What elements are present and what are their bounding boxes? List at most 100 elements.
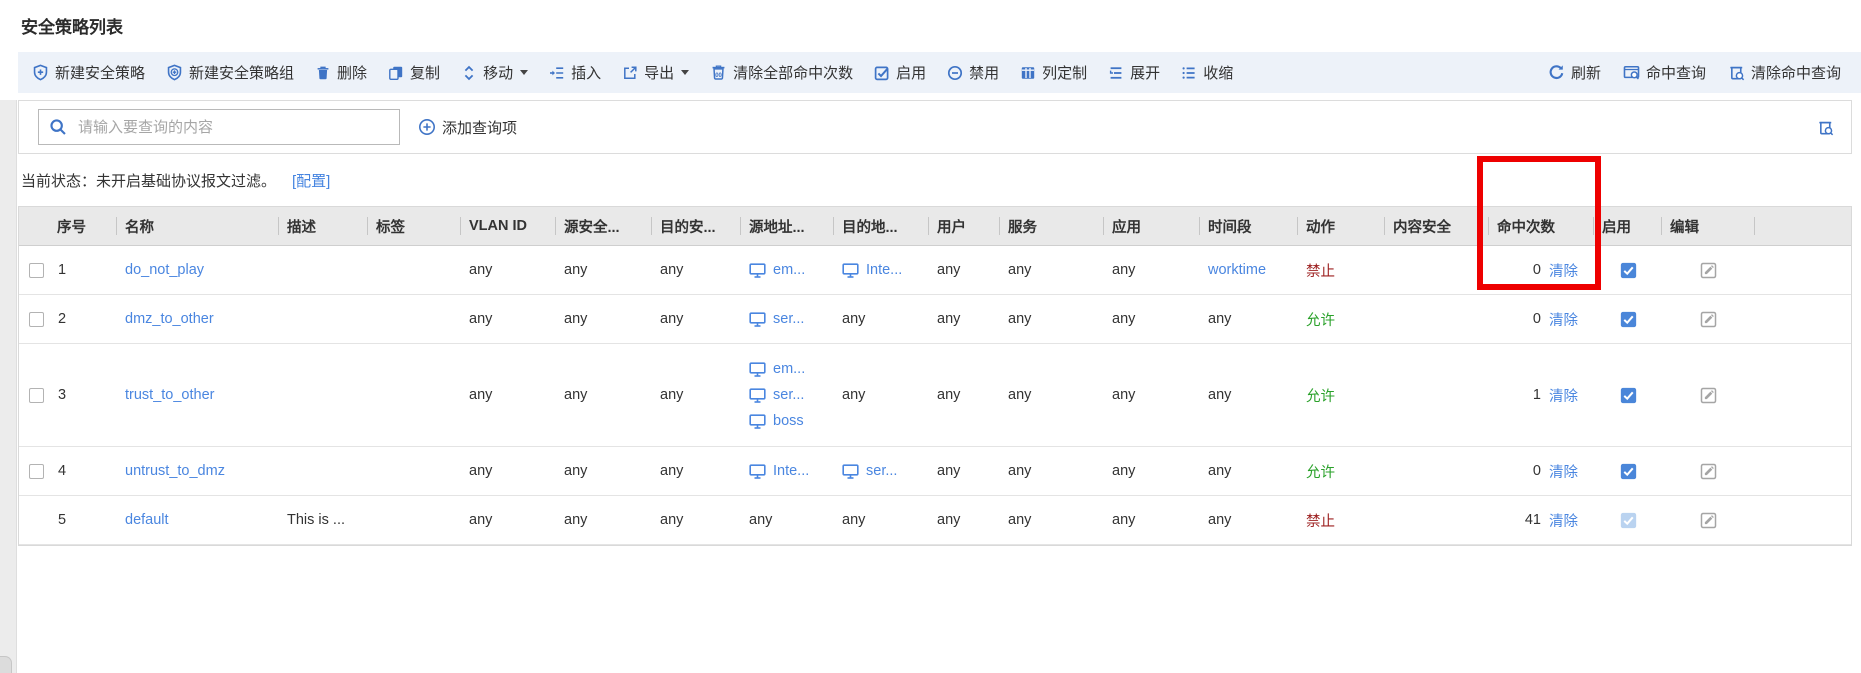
clear-hits-link[interactable]: 清除 <box>1549 510 1578 531</box>
address-item: Inte... <box>842 260 902 280</box>
clear-hits-link[interactable]: 清除 <box>1549 461 1578 482</box>
row-checkbox[interactable] <box>29 388 44 403</box>
cell-enable <box>1594 295 1662 343</box>
cell-value: any <box>842 385 865 405</box>
address-object-link[interactable]: ser... <box>866 461 897 481</box>
hit-count-value: 0 <box>1533 262 1541 278</box>
clear-hits-link[interactable]: 清除 <box>1549 309 1578 330</box>
toolbar-button-copy[interactable]: 复制 <box>388 62 440 83</box>
cell-src-addr: em... <box>741 246 834 294</box>
edit-icon[interactable] <box>1700 512 1717 529</box>
toolbar-button-hit-query[interactable]: 命中查询 <box>1623 62 1706 83</box>
edit-icon[interactable] <box>1700 387 1717 404</box>
cell-tag <box>368 295 461 343</box>
plus-circle-icon <box>418 118 436 136</box>
edit-icon[interactable] <box>1700 311 1717 328</box>
row-checkbox[interactable] <box>29 464 44 479</box>
toolbar-button-new-policy[interactable]: 新建安全策略 <box>32 62 145 83</box>
cell-action: 允许 <box>1298 295 1385 343</box>
address-item: boss <box>749 411 804 431</box>
policy-name-link[interactable]: trust_to_other <box>125 387 214 403</box>
toolbar-button-enable[interactable]: 启用 <box>874 62 926 83</box>
cell-name: default <box>117 496 279 544</box>
action-value: 禁止 <box>1306 510 1335 531</box>
cell-vlan-id: any <box>461 496 556 544</box>
toolbar-button-refresh[interactable]: 刷新 <box>1548 62 1601 83</box>
toolbar-button-new-policy-group[interactable]: 新建安全策略组 <box>166 62 294 83</box>
toolbar-button-disable[interactable]: 禁用 <box>947 62 999 83</box>
toolbar-button-label: 禁用 <box>969 62 999 83</box>
cell-vlan-id: any <box>461 246 556 294</box>
cell-content-security <box>1385 246 1489 294</box>
cell-value: any <box>1208 311 1231 327</box>
cell-value: any <box>937 512 960 528</box>
cell-action: 允许 <box>1298 447 1385 495</box>
toolbar-button-label: 导出 <box>644 62 674 83</box>
policy-name-link[interactable]: dmz_to_other <box>125 311 214 327</box>
col-header-service: 服务 <box>1000 207 1104 245</box>
enable-checkbox-icon[interactable] <box>1620 311 1637 328</box>
column-header-label: 编辑 <box>1670 216 1699 237</box>
toolbar-button-export[interactable]: 导出 <box>622 62 689 83</box>
clear-hits-link[interactable]: 清除 <box>1549 385 1578 406</box>
panel-collapse-handle[interactable] <box>0 656 12 673</box>
policy-name-link[interactable]: do_not_play <box>125 262 204 278</box>
toolbar-button-collapse[interactable]: 收缩 <box>1181 62 1233 83</box>
cell-service: any <box>1000 447 1104 495</box>
row-checkbox[interactable] <box>29 263 44 278</box>
address-object-link[interactable]: Inte... <box>773 461 809 481</box>
toolbar-button-move[interactable]: 移动 <box>461 62 528 83</box>
cell-edit <box>1662 344 1755 446</box>
col-header-seq: 序号 <box>19 207 117 245</box>
add-query-button[interactable]: 添加查询项 <box>418 117 517 138</box>
toolbar-button-expand[interactable]: 展开 <box>1108 62 1160 83</box>
clear-hits-link[interactable]: 清除 <box>1549 260 1578 281</box>
address-object-link[interactable]: ser... <box>773 385 804 405</box>
cell-content-security <box>1385 447 1489 495</box>
col-header-vlan-id: VLAN ID <box>461 207 556 245</box>
search-input[interactable] <box>76 118 389 137</box>
cell-hit-count: 0清除 <box>1489 447 1594 495</box>
toolbar-button-delete[interactable]: 删除 <box>315 62 367 83</box>
toolbar-button-clear-all-hits[interactable]: 00清除全部命中次数 <box>710 62 853 83</box>
address-object-link[interactable]: em... <box>773 359 805 379</box>
table-row: 3trust_to_otheranyanyanyem...ser...bossa… <box>19 344 1851 447</box>
column-header-label: 序号 <box>57 216 86 237</box>
policy-name-link[interactable]: default <box>125 512 169 528</box>
row-checkbox[interactable] <box>29 312 44 327</box>
cell-dst-zone: any <box>652 295 741 343</box>
enable-checkbox-icon[interactable] <box>1620 463 1637 480</box>
toolbar-button-column-customize[interactable]: 列定制 <box>1020 62 1087 83</box>
clear-query-button[interactable] <box>1817 119 1834 136</box>
enable-checkbox-icon[interactable] <box>1620 512 1637 529</box>
cell-user: any <box>929 447 1000 495</box>
monitor-icon <box>749 312 766 327</box>
cell-tag <box>368 447 461 495</box>
cell-value: any <box>1008 463 1031 479</box>
toolbar-button-clear-hit-query[interactable]: 清除命中查询 <box>1728 62 1841 83</box>
policy-name-link[interactable]: untrust_to_dmz <box>125 463 225 479</box>
address-object-link[interactable]: boss <box>773 411 804 431</box>
cell-app: any <box>1104 246 1200 294</box>
toolbar-button-insert[interactable]: 插入 <box>549 62 601 83</box>
enable-checkbox-icon[interactable] <box>1620 387 1637 404</box>
col-header-src-addr: 源地址... <box>741 207 834 245</box>
cell-value: any <box>564 311 587 327</box>
config-link[interactable]: [配置] <box>292 170 330 191</box>
col-header-desc: 描述 <box>279 207 368 245</box>
edit-icon[interactable] <box>1700 262 1717 279</box>
schedule-link[interactable]: worktime <box>1208 262 1266 278</box>
enable-checkbox-icon[interactable] <box>1620 262 1637 279</box>
action-value: 允许 <box>1306 385 1335 406</box>
address-object-link[interactable]: ser... <box>773 309 804 329</box>
toolbar-button-label: 新建安全策略组 <box>189 62 294 83</box>
cell-seq: 2 <box>19 295 117 343</box>
address-object-link[interactable]: Inte... <box>866 260 902 280</box>
edit-icon[interactable] <box>1700 463 1717 480</box>
circle-minus-icon <box>947 65 963 81</box>
cell-dst-zone: any <box>652 447 741 495</box>
address-object-link[interactable]: em... <box>773 260 805 280</box>
address-item: any <box>842 309 865 329</box>
security-policy-page: 安全策略列表 新建安全策略新建安全策略组删除复制移动插入导出00清除全部命中次数… <box>0 0 1861 673</box>
move-icon <box>461 65 477 81</box>
